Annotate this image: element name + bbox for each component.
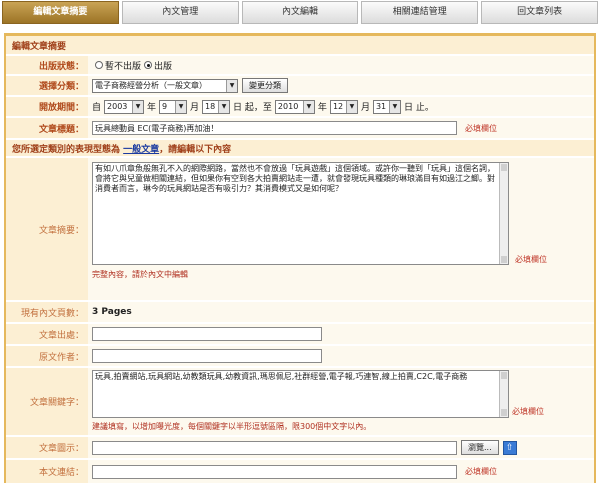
- start-year-value: 2003: [107, 102, 128, 111]
- summary-textarea[interactable]: 有如八爪章魚般無孔不入的網際網路，當然也不會放過「玩具遊戲」這個領域。或許你一聽…: [92, 162, 509, 265]
- tab-bar: 編輯文章摘要 內文管理 內文編輯 相關連結管理 回文章列表: [2, 0, 598, 25]
- chevron-down-icon: ▼: [132, 100, 144, 113]
- radio-publish-label: 出版: [154, 61, 173, 72]
- end-year-value: 2010: [277, 102, 299, 111]
- tab-back-to-list[interactable]: 回文章列表: [481, 1, 598, 24]
- summary-required: 必填欄位: [515, 255, 547, 264]
- keywords-label: 文章關鍵字：: [6, 368, 88, 435]
- chevron-down-icon: ▼: [218, 100, 230, 113]
- edit-form: 編輯文章摘要 出版狀態： 暫不出版 出版 選擇分類： 電子商務經營分析（一般文章…: [4, 33, 596, 483]
- month-unit: 月: [190, 103, 200, 113]
- author-input[interactable]: [92, 349, 322, 363]
- start-month-value: 9: [162, 102, 168, 111]
- pages-value: 3 Pages: [92, 307, 132, 317]
- radio-unpublish-label: 暫不出版: [105, 61, 142, 72]
- author-label: 原文作者：: [6, 346, 88, 366]
- end-day-select[interactable]: 31 ▼: [372, 99, 401, 114]
- publish-options: 暫不出版 出版: [88, 56, 594, 74]
- year-unit: 年: [147, 103, 157, 113]
- title-input[interactable]: 玩具總動員 EC(電子商務)再加油！: [92, 121, 457, 135]
- period-prefix: 自: [92, 103, 102, 113]
- period-label: 開放期間：: [6, 97, 88, 116]
- end-month-select[interactable]: 12 ▼: [329, 99, 358, 114]
- tab-edit-summary[interactable]: 編輯文章摘要: [2, 1, 119, 24]
- start-day-value: 18: [205, 102, 216, 111]
- pages-label: 現有內文頁數：: [6, 302, 88, 322]
- upload-icon[interactable]: ⇧: [502, 440, 517, 455]
- image-label: 文章圖示：: [6, 437, 88, 458]
- keywords-hint: 建議填寫，以增加曝光度，每個關鍵字以半形逗號區隔，限300個中文字以內。: [92, 422, 372, 431]
- notice-before: 您所選定類別的表現型態為: [12, 144, 121, 155]
- intro-label: 本文連結：: [6, 460, 88, 483]
- year-unit: 年: [317, 103, 327, 113]
- image-file-input[interactable]: [92, 440, 457, 455]
- source-input[interactable]: [92, 327, 322, 341]
- change-category-button[interactable]: 變更分類: [242, 78, 288, 93]
- section-title: 編輯文章摘要: [6, 36, 594, 54]
- tab-links-manage[interactable]: 相關連結管理: [361, 1, 479, 24]
- source-label: 文章出處：: [6, 324, 88, 344]
- category-value: 電子商務經營分析（一般文章）: [95, 81, 207, 90]
- tab-content-edit[interactable]: 內文編輯: [241, 1, 359, 24]
- category-select[interactable]: 電子商務經營分析（一般文章） ▼: [92, 78, 238, 93]
- radio-unpublish[interactable]: [95, 61, 103, 69]
- title-label: 文章標題：: [6, 118, 88, 138]
- chevron-down-icon: ▼: [345, 100, 357, 113]
- summary-hint: 完整內容，請於內文中編輯: [92, 270, 188, 279]
- end-day-value: 31: [375, 102, 387, 111]
- keywords-required: 必填欄位: [512, 407, 544, 416]
- chevron-down-icon: ▼: [388, 100, 400, 113]
- chevron-down-icon: ▼: [175, 100, 187, 113]
- browse-button[interactable]: 瀏覽...: [461, 440, 499, 455]
- start-day-select[interactable]: 18 ▼: [202, 99, 231, 114]
- intro-input[interactable]: [92, 464, 457, 479]
- notice-after: ，請編輯以下內容: [159, 144, 232, 155]
- title-value: 玩具總動員 EC(電子商務)再加油！: [95, 123, 219, 133]
- keywords-textarea[interactable]: 玩具,拍賣網站,玩具網站,幼教類玩具,幼教資訊,瑪思佩尼,社群經營,電子報,巧連…: [92, 370, 509, 418]
- end-year-select[interactable]: 2010 ▼: [274, 99, 315, 114]
- intro-required: 必填欄位: [465, 467, 497, 476]
- chevron-down-icon: ▼: [226, 79, 237, 92]
- title-required: 必填欄位: [465, 123, 497, 133]
- category-label: 選擇分類：: [6, 76, 88, 95]
- summary-text: 有如八爪章魚般無孔不入的網際網路，當然也不會放過「玩具遊戲」這個領域。或許你一聽…: [95, 164, 495, 193]
- type-notice: 您所選定類別的表現型態為 一般文章 ，請編輯以下內容: [6, 140, 594, 156]
- tab-content-manage[interactable]: 內文管理: [121, 1, 239, 24]
- chevron-down-icon: ▼: [302, 100, 314, 113]
- start-year-select[interactable]: 2003 ▼: [104, 99, 145, 114]
- publish-label: 出版狀態：: [6, 56, 88, 74]
- keywords-scrollbar[interactable]: [499, 371, 508, 417]
- month-unit: 月: [360, 103, 370, 113]
- period-suffix: 日 止。: [403, 103, 434, 113]
- summary-scrollbar[interactable]: [499, 163, 508, 264]
- end-month-value: 12: [332, 102, 344, 111]
- start-month-select[interactable]: 9 ▼: [159, 99, 188, 114]
- type-link[interactable]: 一般文章: [123, 142, 159, 155]
- keywords-text: 玩具,拍賣網站,玩具網站,幼教類玩具,幼教資訊,瑪思佩尼,社群經營,電子報,巧連…: [95, 372, 468, 381]
- radio-publish[interactable]: [144, 61, 153, 69]
- period-mid: 日 起，至: [233, 103, 272, 113]
- summary-label: 文章摘要：: [6, 158, 88, 300]
